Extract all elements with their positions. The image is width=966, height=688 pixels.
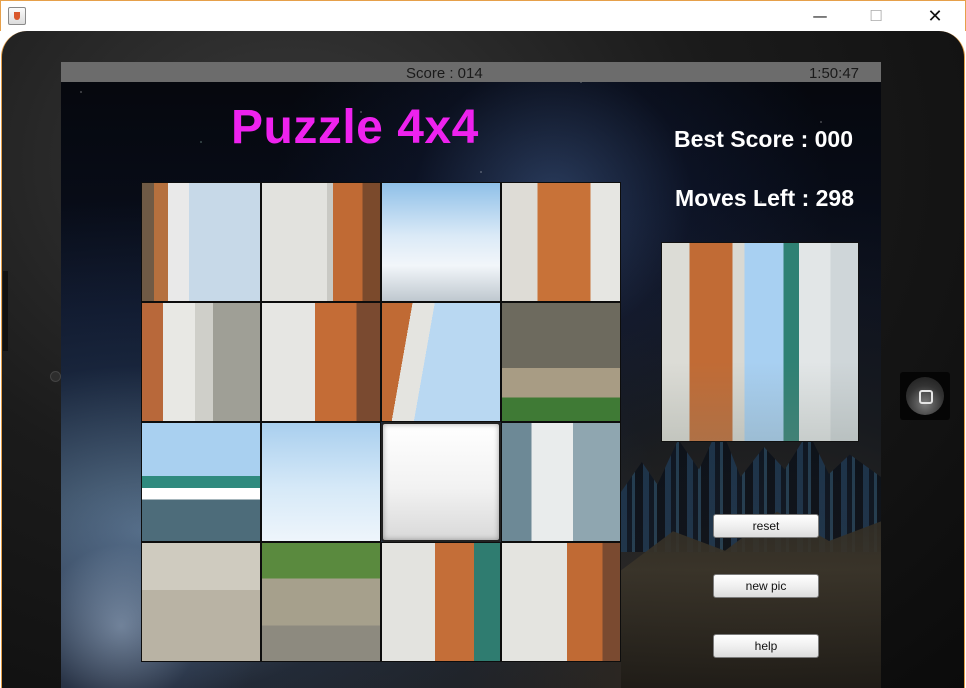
puzzle-tile[interactable] <box>501 422 621 542</box>
clock-text: 1:50:47 <box>808 65 859 82</box>
puzzle-tile[interactable] <box>501 302 621 422</box>
puzzle-tile[interactable] <box>141 422 261 542</box>
window-titlebar: — ☐ ✕ <box>0 0 966 31</box>
puzzle-tile[interactable] <box>261 302 381 422</box>
puzzle-tile[interactable] <box>141 542 261 662</box>
puzzle-board <box>141 182 621 662</box>
puzzle-tile[interactable] <box>141 182 261 302</box>
help-button[interactable]: help <box>713 634 819 658</box>
puzzle-tile[interactable] <box>261 422 381 542</box>
reference-image-preview <box>661 242 859 442</box>
puzzle-tile[interactable] <box>501 182 621 302</box>
moves-left-label: Moves Left : 298 <box>675 185 854 211</box>
puzzle-tile[interactable] <box>141 302 261 422</box>
minimize-button[interactable]: — <box>797 1 843 32</box>
status-bar: Score : 014 1:50:47 <box>61 62 881 82</box>
close-button[interactable]: ✕ <box>912 1 958 32</box>
puzzle-tile[interactable] <box>381 302 501 422</box>
camera-icon <box>50 371 61 382</box>
puzzle-tile[interactable] <box>501 542 621 662</box>
java-app-icon <box>8 7 26 25</box>
puzzle-tile[interactable] <box>381 542 501 662</box>
reset-button[interactable]: reset <box>713 514 819 538</box>
maximize-button[interactable]: ☐ <box>853 1 899 32</box>
puzzle-tile[interactable] <box>381 182 501 302</box>
puzzle-empty-slot[interactable] <box>381 422 501 542</box>
best-score-label: Best Score : 000 <box>674 126 853 152</box>
puzzle-tile[interactable] <box>261 182 381 302</box>
score-text: Score : 014 <box>406 65 483 82</box>
puzzle-tile[interactable] <box>261 542 381 662</box>
home-button[interactable] <box>900 372 950 420</box>
game-screen: Score : 014 1:50:47 Puzzle 4x4 Best Scor… <box>61 62 881 688</box>
page-title: Puzzle 4x4 <box>231 101 479 154</box>
new-pic-button[interactable]: new pic <box>713 574 819 598</box>
tablet-side-button <box>3 271 8 351</box>
